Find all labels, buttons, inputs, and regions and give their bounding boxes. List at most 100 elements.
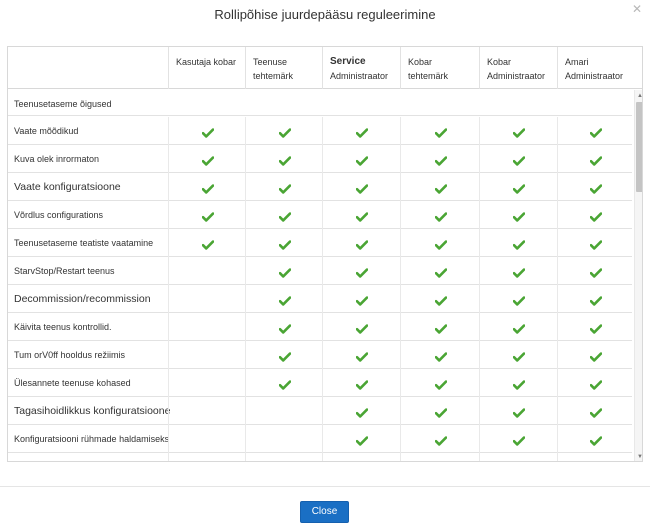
- checkmark-icon: [355, 181, 369, 194]
- column-header: Service Administraator: [322, 47, 400, 89]
- checkmark-icon: [434, 349, 448, 362]
- checkmark-icon: [278, 237, 292, 250]
- checkmark-icon: [434, 209, 448, 222]
- table-row: Decommission/recommission: [8, 285, 632, 313]
- column-header: Amari Administraator: [557, 47, 632, 89]
- permission-cell: [245, 257, 322, 285]
- table-body[interactable]: Teenusetaseme õigused Vaate mõõdikud Kuva…: [8, 90, 642, 462]
- column-header-line2: Administraator: [330, 71, 389, 81]
- column-header-line1: Kasutaja kobar: [176, 57, 237, 67]
- checkmark-icon: [513, 461, 525, 462]
- checkmark-icon: [589, 237, 603, 250]
- checkmark-icon: [589, 265, 603, 278]
- close-icon[interactable]: ✕: [630, 2, 644, 16]
- table-row: Tagasihoidlikkus konfiguratsioone: [8, 397, 632, 425]
- table-header: Kasutaja kobar Teenuse tehtemärk Service Adm…: [8, 47, 642, 89]
- permission-cell: [322, 145, 400, 173]
- checkmark-icon: [355, 405, 369, 418]
- checkmark-icon: [512, 377, 526, 390]
- permission-cell: [400, 145, 479, 173]
- permission-cell: [168, 117, 245, 145]
- checkmark-icon: [434, 321, 448, 334]
- permission-cell: [479, 453, 557, 462]
- checkmark-icon: [201, 209, 215, 222]
- table-row: Käivita teenus kontrollid.: [8, 313, 632, 341]
- permission-cell: [245, 173, 322, 201]
- permission-cell: [400, 285, 479, 313]
- column-header-line1: Kobar: [408, 57, 433, 67]
- permission-cell: [557, 173, 632, 201]
- permission-cell: [322, 369, 400, 397]
- permission-cell: [479, 369, 557, 397]
- permission-label: Võrdlus configurations: [14, 210, 104, 220]
- checkmark-icon: [512, 349, 526, 362]
- permission-cell: [322, 341, 400, 369]
- scroll-down-icon[interactable]: ▼: [635, 453, 642, 461]
- checkmark-icon: [589, 433, 603, 446]
- checkmark-icon: [355, 349, 369, 362]
- permission-cell: [168, 173, 245, 201]
- permission-cell: [479, 201, 557, 229]
- checkmark-icon: [512, 321, 526, 334]
- permission-cell: [168, 313, 245, 341]
- table-row: StarvStop/Restart teenus: [8, 257, 632, 285]
- permission-cell: [400, 313, 479, 341]
- checkmark-icon: [589, 125, 603, 138]
- permission-cell: [479, 397, 557, 425]
- permission-cell: [557, 201, 632, 229]
- permission-label: Konfiguratsiooni rühmade haldamiseks: [14, 434, 170, 444]
- close-button[interactable]: Close: [300, 501, 349, 523]
- checkmark-icon: [434, 377, 448, 390]
- checkmark-icon: [355, 237, 369, 250]
- permission-cell: [322, 425, 400, 453]
- scroll-thumb[interactable]: [636, 102, 642, 192]
- permission-cell: [479, 425, 557, 453]
- checkmark-icon: [589, 321, 603, 334]
- checkmark-icon: [355, 433, 369, 446]
- permission-cell: [245, 229, 322, 257]
- permission-cell: [322, 397, 400, 425]
- table-row: Move service to another host: [8, 453, 632, 462]
- permission-cell: [322, 285, 400, 313]
- checkmark-icon: [590, 461, 602, 462]
- permission-cell: [479, 257, 557, 285]
- vertical-scrollbar[interactable]: ▲ ▼: [634, 90, 642, 461]
- permission-cell: [168, 285, 245, 313]
- permission-cell: [245, 425, 322, 453]
- permission-cell: [168, 229, 245, 257]
- checkmark-icon: [512, 265, 526, 278]
- permission-cell: [479, 313, 557, 341]
- checkmark-icon: [512, 237, 526, 250]
- permission-cell: [245, 369, 322, 397]
- checkmark-icon: [512, 293, 526, 306]
- checkmark-icon: [278, 377, 292, 390]
- permission-cell: [168, 453, 245, 461]
- permission-cell: [245, 201, 322, 229]
- checkmark-icon: [589, 405, 603, 418]
- permission-cell: [400, 201, 479, 229]
- checkmark-icon: [589, 349, 603, 362]
- checkmark-icon: [434, 265, 448, 278]
- checkmark-icon: [201, 181, 215, 194]
- permission-cell: [168, 425, 245, 453]
- column-header: Teenuse tehtemärk: [245, 47, 322, 89]
- checkmark-icon: [201, 125, 215, 138]
- permission-cell: [245, 285, 322, 313]
- permission-cell: [557, 145, 632, 173]
- column-header-line2: Administraator: [565, 71, 624, 81]
- permission-cell: [322, 453, 400, 461]
- table-row: Konfiguratsiooni rühmade haldamiseks: [8, 425, 632, 453]
- permission-cell: [168, 369, 245, 397]
- column-header-line1: Teenuse: [253, 57, 288, 67]
- checkmark-icon: [589, 377, 603, 390]
- checkmark-icon: [512, 405, 526, 418]
- scroll-up-icon[interactable]: ▲: [635, 92, 642, 100]
- permission-cell: [400, 397, 479, 425]
- column-header: Kobar Administraator: [479, 47, 557, 89]
- permission-cell: [557, 313, 632, 341]
- checkmark-icon: [434, 237, 448, 250]
- checkmark-icon: [355, 125, 369, 138]
- checkmark-icon: [512, 153, 526, 166]
- permission-cell: [557, 453, 632, 462]
- permission-cell: [245, 453, 322, 461]
